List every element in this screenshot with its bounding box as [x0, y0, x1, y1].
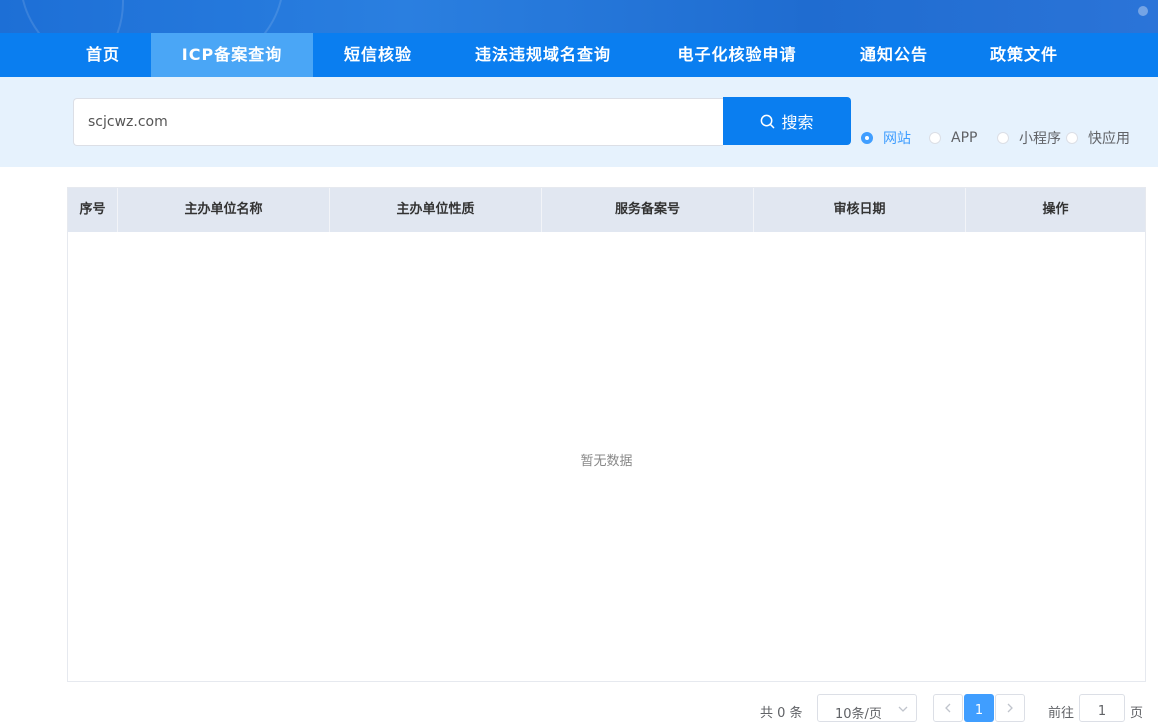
radio-circle: [929, 132, 941, 144]
page-size-value: 10条/页: [835, 707, 882, 722]
search-input[interactable]: [73, 98, 723, 146]
column-header-index: 序号: [68, 188, 118, 232]
nav-item-home[interactable]: 首页: [70, 33, 136, 77]
pagination-total: 共 0 条: [760, 706, 803, 721]
top-banner: [0, 0, 1158, 33]
chevron-left-icon: [945, 703, 951, 713]
nav-item-e-verify-apply[interactable]: 电子化核验申请: [663, 33, 811, 77]
goto-suffix: 页: [1130, 706, 1144, 721]
column-header-license-number: 服务备案号: [542, 188, 754, 232]
prev-page-button[interactable]: [933, 694, 963, 722]
table-header: 序号 主办单位名称 主办单位性质 服务备案号 审核日期 操作: [68, 188, 1145, 232]
nav-item-sms-verify[interactable]: 短信核验: [332, 33, 424, 77]
goto-page-input[interactable]: [1079, 694, 1125, 722]
pagination: 共 0 条 10条/页 1 前往 页: [0, 692, 1158, 722]
nav-item-illegal-domain[interactable]: 违法违规域名查询: [462, 33, 624, 77]
banner-decoration: [20, 0, 284, 33]
column-header-review-date: 审核日期: [754, 188, 966, 232]
radio-label: 快应用: [1088, 131, 1130, 147]
banner-dot: [1138, 6, 1148, 16]
radio-mini-program[interactable]: 小程序: [997, 130, 1061, 147]
radio-circle: [997, 132, 1009, 144]
search-icon: [761, 114, 775, 128]
column-header-actions: 操作: [1042, 202, 1069, 217]
chevron-right-icon: [1007, 703, 1013, 713]
radio-circle: [861, 132, 873, 144]
radio-app[interactable]: APP: [929, 130, 977, 146]
search-button[interactable]: 搜索: [723, 97, 851, 145]
radio-label: 小程序: [1019, 131, 1061, 147]
radio-circle: [1066, 132, 1078, 144]
nav-item-notices[interactable]: 通知公告: [848, 33, 940, 77]
radio-quick-app[interactable]: 快应用: [1066, 130, 1130, 147]
radio-label: 网站: [883, 131, 911, 147]
radio-label: APP: [951, 130, 978, 146]
goto-label: 前往: [1048, 706, 1075, 721]
main-nav: 首页 ICP备案查询 短信核验 违法违规域名查询 电子化核验申请 通知公告 政策…: [0, 33, 1158, 77]
radio-website[interactable]: 网站: [861, 130, 911, 147]
page-number-current[interactable]: 1: [964, 694, 994, 722]
chevron-down-icon: [898, 706, 908, 712]
next-page-button[interactable]: [995, 694, 1025, 722]
search-button-label: 搜索: [781, 113, 814, 132]
nav-item-policy-docs[interactable]: 政策文件: [978, 33, 1070, 77]
nav-item-icp-query[interactable]: ICP备案查询: [151, 33, 313, 77]
empty-state-text: 暂无数据: [580, 454, 633, 469]
column-header-organizer-name: 主办单位名称: [118, 188, 330, 232]
search-band: 搜索 网站 APP 小程序 快应用: [0, 77, 1158, 167]
column-header-organizer-type: 主办单位性质: [330, 188, 542, 232]
results-table: 序号 主办单位名称 主办单位性质 服务备案号 审核日期 操作 暂无数据: [67, 187, 1146, 682]
page-size-select[interactable]: 10条/页: [817, 694, 917, 722]
